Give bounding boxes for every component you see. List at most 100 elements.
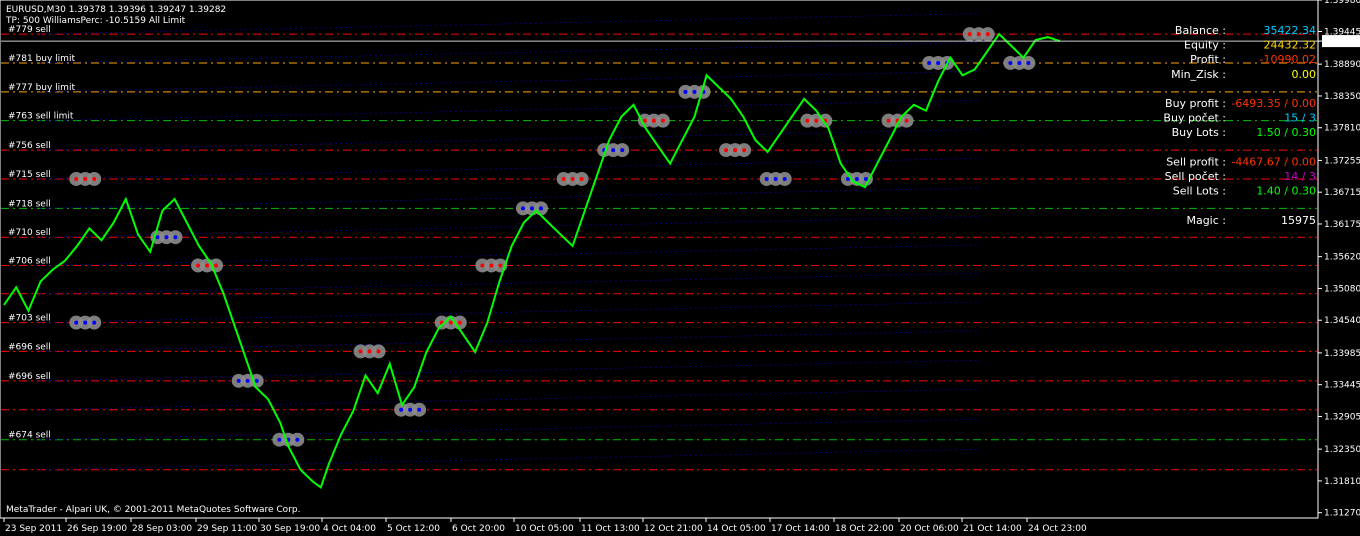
trade-marker-dot [245, 378, 250, 383]
trade-marker-dot [417, 407, 422, 412]
trade-marker-dot [521, 206, 525, 211]
order-label: #763 sell limit [8, 112, 74, 122]
trade-marker-dot [936, 60, 941, 65]
order-connector-line [39, 330, 981, 352]
x-axis-tick-label: 23 Sep 2011 [5, 524, 62, 534]
x-axis-tick-label: 5 Oct 12:00 [387, 524, 440, 534]
info-panel-label: Magic : [1186, 214, 1226, 227]
order-connector-line [39, 129, 981, 151]
trade-marker-dot [764, 176, 769, 181]
info-panel-value: -6493.35 / 0.00 [1231, 97, 1316, 110]
trade-marker-dot [295, 437, 300, 442]
trade-marker-dot [358, 349, 363, 354]
trade-marker-dot [74, 176, 79, 181]
info-panel-value: 1.40 / 0.30 [1256, 185, 1316, 198]
y-axis-tick-label: 1.33985 [1324, 349, 1360, 359]
x-axis-tick-label: 29 Sep 11:00 [197, 524, 257, 534]
trade-marker-dot [530, 206, 534, 211]
y-axis-tick-label: 1.39282 [1324, 37, 1360, 47]
order-connector-line [39, 301, 981, 323]
trade-marker-dot [742, 148, 747, 153]
trade-marker-dot [651, 118, 656, 123]
order-connector-line [39, 272, 981, 295]
order-connector-line [39, 388, 981, 411]
trade-marker-dot [683, 89, 688, 94]
trade-marker-dot [724, 148, 729, 153]
order-label: #756 sell [8, 141, 51, 151]
order-label: #703 sell [8, 314, 51, 324]
order-label: #715 sell [8, 170, 51, 180]
x-axis-tick-label: 14 Oct 05:00 [707, 524, 766, 534]
info-panel-value: 14 / 3 [1284, 170, 1316, 183]
trade-marker-dot [367, 349, 372, 354]
order-label: #777 buy limit [8, 83, 75, 93]
trade-marker-dot [976, 32, 981, 37]
y-axis-tick-label: 1.38890 [1324, 60, 1360, 70]
y-axis-tick-label: 1.31810 [1324, 477, 1360, 487]
info-panel-value: -4467.67 / 0.00 [1231, 155, 1316, 168]
trade-marker-dot [480, 263, 485, 268]
x-axis-tick-label: 21 Oct 14:00 [963, 524, 1022, 534]
trade-marker-dot [927, 60, 932, 65]
info-panel-value: 0.00 [1292, 68, 1317, 81]
trade-marker-dot [196, 263, 201, 268]
trade-marker-dot [863, 176, 868, 181]
trade-marker-dot [660, 118, 665, 123]
y-axis-tick-label: 1.37255 [1324, 156, 1360, 166]
info-panel-value: 24432.32 [1264, 39, 1317, 52]
trade-marker-dot [561, 176, 566, 181]
x-axis-tick-label: 11 Oct 13:00 [581, 524, 640, 534]
trade-marker-dot [489, 263, 494, 268]
trade-marker-dot [74, 320, 79, 325]
trade-marker-dot [782, 176, 787, 181]
info-panel-value: 1.50 / 0.30 [1256, 126, 1316, 139]
trade-marker-dot [173, 235, 178, 240]
x-axis-tick-label: 17 Oct 14:00 [771, 524, 830, 534]
order-label: #779 sell [8, 25, 51, 35]
info-panel-label: Sell Lots : [1173, 185, 1226, 198]
x-axis-tick-label: 6 Oct 20:00 [452, 524, 505, 534]
info-panel-label: Sell profit : [1166, 155, 1226, 168]
trade-marker-dot [498, 263, 503, 268]
info-panel-label: Profit : [1190, 53, 1226, 66]
order-connector-line [39, 187, 981, 209]
x-axis-tick-label: 24 Oct 23:00 [1028, 524, 1087, 534]
trade-marker-dot [164, 235, 169, 240]
x-axis-tick-label: 30 Sep 19:00 [260, 524, 320, 534]
trade-marker-dot [399, 407, 404, 412]
trade-marker-dot [570, 176, 575, 181]
order-label: #696 sell [8, 342, 51, 352]
x-axis-tick-label: 12 Oct 21:00 [644, 524, 703, 534]
trade-marker-dot [254, 378, 259, 383]
info-panel-label: Min_Zisk : [1171, 68, 1226, 81]
price-chart[interactable]: 1.399801.394451.392821.388901.383501.378… [0, 0, 1360, 536]
info-panel-value: 15975 [1281, 214, 1316, 227]
y-axis-tick-label: 1.34540 [1324, 316, 1360, 326]
trade-marker-dot [155, 235, 160, 240]
x-axis-tick-label: 10 Oct 05:00 [515, 524, 574, 534]
chart-symbol-header: EURUSD,M30 1.39378 1.39396 1.39247 1.392… [6, 5, 226, 15]
trade-marker-dot [83, 320, 88, 325]
info-panel-label: Buy počet : [1163, 112, 1226, 125]
order-label: #718 sell [8, 199, 51, 209]
trade-marker-dot [539, 206, 543, 211]
order-connector-line [39, 42, 981, 64]
order-label: #706 sell [8, 256, 51, 266]
order-label: #696 sell [8, 372, 51, 382]
chart-window[interactable]: 1.39980 1.39445 1.39282 1.38890 1.38350 1.378… [0, 0, 1360, 536]
order-connector-line [39, 418, 981, 441]
order-connector-line [39, 359, 981, 382]
x-axis-tick-label: 26 Sep 19:00 [67, 524, 127, 534]
x-axis-tick-label: 18 Oct 22:00 [835, 524, 894, 534]
order-label: #674 sell [8, 431, 51, 441]
x-axis-tick-label: 28 Sep 03:00 [132, 524, 192, 534]
y-axis-tick-label: 1.37810 [1324, 124, 1360, 134]
info-panel-value: 15 / 3 [1284, 112, 1316, 125]
info-panel-label: Balance : [1175, 24, 1226, 37]
info-panel-value: 35422.34 [1264, 24, 1317, 37]
trade-marker-dot [692, 89, 697, 94]
info-panel-label: Sell počet : [1165, 170, 1226, 183]
order-label: #781 buy limit [8, 54, 75, 64]
trade-marker-dot [620, 148, 625, 153]
trade-marker-dot [1026, 60, 1031, 65]
